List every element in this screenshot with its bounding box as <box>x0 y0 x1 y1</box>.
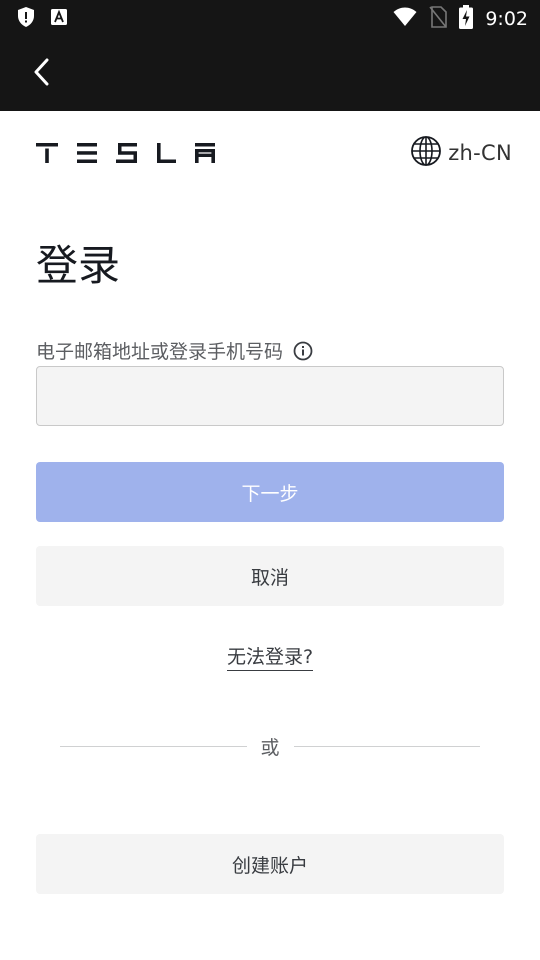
divider-line-right <box>293 745 481 747</box>
font-a-icon <box>50 8 68 30</box>
page-title: 登录 <box>36 241 121 290</box>
create-account-button[interactable]: 创建账户 <box>36 834 504 894</box>
divider-line-left <box>60 745 247 747</box>
info-icon[interactable] <box>293 341 313 361</box>
wifi-icon <box>393 7 417 31</box>
status-bar: 9:02 <box>0 0 540 36</box>
cant-login-row: 无法登录? <box>0 642 540 671</box>
email-field-label: 电子邮箱地址或登录手机号码 <box>36 341 284 363</box>
globe-icon <box>410 135 442 171</box>
or-label: 或 <box>260 736 280 759</box>
email-input[interactable] <box>36 366 504 426</box>
status-left <box>16 6 68 32</box>
app-bar <box>0 36 540 111</box>
cant-login-link[interactable]: 无法登录? <box>226 646 314 671</box>
next-button[interactable]: 下一步 <box>36 462 504 522</box>
tesla-logo <box>36 143 216 163</box>
battery-charging-icon <box>459 5 474 33</box>
no-sim-icon <box>429 6 448 32</box>
cancel-button[interactable]: 取消 <box>36 546 504 606</box>
status-time: 9:02 <box>485 8 528 30</box>
shield-icon <box>16 6 36 32</box>
or-divider: 或 <box>60 732 481 760</box>
email-label-row: 电子邮箱地址或登录手机号码 <box>36 337 313 364</box>
language-selector[interactable]: zh-CN <box>410 135 512 171</box>
status-right: 9:02 <box>393 5 528 33</box>
chevron-left-icon <box>32 58 52 90</box>
back-button[interactable] <box>24 56 60 92</box>
language-label: zh-CN <box>448 141 512 165</box>
